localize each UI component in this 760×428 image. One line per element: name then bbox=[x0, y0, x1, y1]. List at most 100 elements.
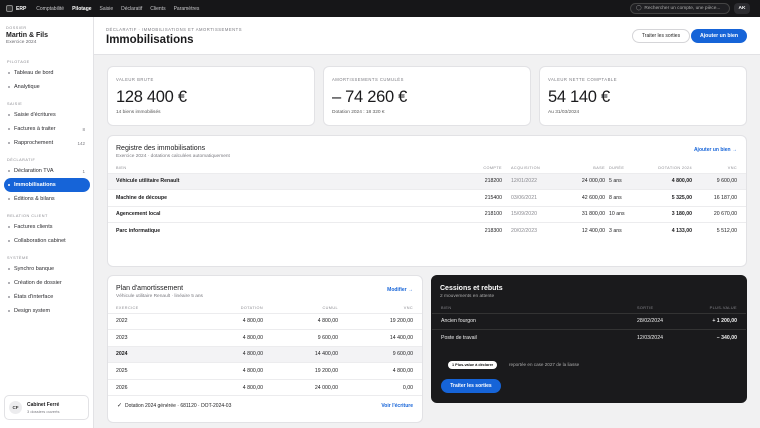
sidebar-item-design-system[interactable]: Design system bbox=[4, 304, 90, 318]
sidebar-item-tableau-de-bord[interactable]: Tableau de bord bbox=[4, 66, 90, 80]
cell-base: 42 600,00 bbox=[554, 189, 605, 206]
cell-vnc: 16 187,00 bbox=[692, 189, 746, 206]
sidebar-item-factures-clients[interactable]: Factures clients bbox=[4, 220, 90, 234]
cell-duree: 10 ans bbox=[605, 205, 638, 223]
bullet-icon bbox=[8, 198, 10, 200]
col-acquisition: ACQUISITION bbox=[511, 166, 541, 171]
table-row[interactable]: Parc informatique 218300 20/02/2023 12 4… bbox=[108, 222, 746, 239]
cell-cumul: 14 400,00 bbox=[263, 345, 338, 363]
section-pilotage: PILOTAGE bbox=[7, 60, 30, 64]
disposals-table: BIEN SORTIE PLUS-VALUE Ancien fourgon 28… bbox=[432, 304, 746, 346]
edit-plan-link[interactable]: Modifier → bbox=[387, 287, 413, 293]
sidebar-item-rapprochement[interactable]: Rapprochement 142 bbox=[4, 136, 90, 150]
cell-compte: 218100 bbox=[460, 205, 502, 223]
cell-vnc: 4 800,00 bbox=[338, 362, 422, 379]
cell-exercice: 2023 bbox=[108, 329, 178, 346]
col-duree: DURÉE bbox=[609, 166, 625, 171]
table-row[interactable]: Ancien fourgon 28/02/2024 + 1 200,00 bbox=[432, 312, 746, 330]
table-header-row: EXERCICE DOTATION CUMUL VNC bbox=[108, 304, 422, 313]
table-row[interactable]: Machine de découpe 215400 03/06/2021 42 … bbox=[108, 189, 746, 206]
page-title: Immobilisations bbox=[106, 34, 194, 46]
add-asset-link[interactable]: Ajouter un bien → bbox=[694, 147, 737, 153]
nav-saisie[interactable]: Saisie bbox=[96, 6, 118, 12]
sidebar-item-editions-bilans[interactable]: Éditions & bilans bbox=[4, 192, 90, 206]
search-input[interactable]: ◯ Rechercher un compte, une pièce... bbox=[630, 3, 730, 14]
logo-icon bbox=[6, 5, 13, 12]
table-row[interactable]: Poste de travail 12/03/2024 – 340,00 bbox=[432, 329, 746, 346]
process-exits-button-dark[interactable]: Traiter les sorties bbox=[441, 379, 501, 393]
sidebar-item-saisie-ecritures[interactable]: Saisie d'écritures bbox=[4, 108, 90, 122]
table-row[interactable]: 2026 4 800,00 24 000,00 0,00 bbox=[108, 378, 422, 396]
table-row-current[interactable]: 2024 4 800,00 14 400,00 9 600,00 bbox=[108, 345, 422, 363]
sidebar-item-immobilisations[interactable]: Immobilisations bbox=[4, 178, 90, 192]
cell-vnc: 0,00 bbox=[338, 378, 422, 396]
cell-exercice: 2025 bbox=[108, 362, 178, 379]
sidebar-item-creation-dossier[interactable]: Création de dossier bbox=[4, 276, 90, 290]
cell-exercice: 2022 bbox=[108, 312, 178, 330]
sidebar-item-analytique[interactable]: Analytique bbox=[4, 80, 90, 94]
cell-vnc: 14 400,00 bbox=[338, 329, 422, 346]
kpi-sub: 14 biens immobilisés bbox=[116, 110, 161, 115]
bullet-icon bbox=[8, 170, 10, 172]
cell-exercice: 2026 bbox=[108, 378, 178, 396]
table-row[interactable]: 2022 4 800,00 4 800,00 19 200,00 bbox=[108, 312, 422, 330]
cell-dotation: 4 133,00 bbox=[638, 222, 692, 239]
sidebar-item-synchro-banque[interactable]: Synchro banque bbox=[4, 262, 90, 276]
table-row[interactable]: Agencement local 218100 15/09/2020 31 80… bbox=[108, 205, 746, 223]
disposals-title: Cessions et rebuts bbox=[440, 285, 503, 292]
kpi-label: VALEUR BRUTE bbox=[116, 77, 154, 82]
count-badge: 142 bbox=[77, 140, 85, 146]
sidebar-item-label: Éditions & bilans bbox=[14, 196, 55, 202]
kpi-net-value: VALEUR NETTE COMPTABLE 54 140 € Au 31/03… bbox=[539, 66, 747, 126]
cell-acquisition: 20/02/2023 bbox=[502, 222, 554, 239]
col-dotation: DOTATION 2024 bbox=[658, 166, 692, 171]
kpi-value: – 74 260 € bbox=[332, 88, 407, 106]
cell-plus-value: – 340,00 bbox=[692, 329, 746, 346]
add-asset-button[interactable]: Ajouter un bien bbox=[691, 29, 747, 43]
sidebar-item-label: Collaboration cabinet bbox=[14, 238, 66, 244]
cell-cumul: 19 200,00 bbox=[263, 362, 338, 379]
badge-note: reportée en case 2027 de la liasse bbox=[509, 362, 580, 367]
sidebar-item-declaration-tva[interactable]: Déclaration TVA 1 bbox=[4, 164, 90, 178]
cell-cumul: 9 600,00 bbox=[263, 329, 338, 346]
disposals-card: Cessions et rebuts 2 mouvements en atten… bbox=[431, 275, 747, 403]
nav-comptabilite[interactable]: Comptabilité bbox=[32, 6, 68, 12]
process-exits-button[interactable]: Traiter les sorties bbox=[632, 29, 690, 43]
nav-pilotage[interactable]: Pilotage bbox=[68, 6, 95, 12]
dossier-selector[interactable]: DOSSIER Martin & Fils Exercice 2024 bbox=[0, 17, 93, 45]
sidebar-item-collaboration-cabinet[interactable]: Collaboration cabinet bbox=[4, 234, 90, 248]
table-row[interactable]: 2025 4 800,00 19 200,00 4 800,00 bbox=[108, 362, 422, 379]
col-plus-value: PLUS-VALUE bbox=[709, 306, 737, 311]
cell-vnc: 5 512,00 bbox=[692, 222, 746, 239]
table-header-row: BIEN COMPTE ACQUISITION BASE DURÉE DOTAT… bbox=[108, 164, 746, 173]
cell-dotation: 4 800,00 bbox=[178, 345, 263, 363]
disposals-subtitle: 2 mouvements en attente bbox=[440, 294, 495, 299]
nav-clients[interactable]: Clients bbox=[146, 6, 169, 12]
sidebar-item-label: Synchro banque bbox=[14, 266, 55, 272]
section-declaratif: DÉCLARATIF bbox=[7, 158, 36, 162]
view-entry-link[interactable]: Voir l'écriture bbox=[381, 403, 413, 409]
table-row[interactable]: Véhicule utilitaire Renault 218200 12/01… bbox=[108, 172, 746, 190]
user-avatar[interactable]: AK bbox=[734, 3, 750, 14]
kpi-label: AMORTISSEMENTS CUMULÉS bbox=[332, 77, 404, 82]
bullet-icon bbox=[8, 282, 10, 284]
bullet-icon bbox=[8, 310, 10, 312]
registry-subtitle: Exercice 2024 · dotations calculées auto… bbox=[116, 154, 230, 159]
brand[interactable]: ERP bbox=[6, 5, 26, 12]
cell-compte: 218200 bbox=[460, 172, 502, 190]
cell-base: 12 400,00 bbox=[554, 222, 605, 239]
cabinet-card[interactable]: CF Cabinet Ferré 3 dossiers ouverts bbox=[4, 395, 89, 420]
nav-parametres[interactable]: Paramètres bbox=[170, 6, 204, 12]
bullet-icon bbox=[8, 296, 10, 298]
sidebar-item-etats-interface[interactable]: États d'interface bbox=[4, 290, 90, 304]
nav-declaratif[interactable]: Déclaratif bbox=[117, 6, 146, 12]
check-icon: ✓ bbox=[117, 403, 123, 409]
bullet-icon bbox=[8, 240, 10, 242]
table-row[interactable]: 2023 4 800,00 9 600,00 14 400,00 bbox=[108, 329, 422, 346]
cell-sortie: 28/02/2024 bbox=[637, 312, 692, 330]
bullet-icon bbox=[8, 226, 10, 228]
sidebar-item-factures-a-traiter[interactable]: Factures à traiter 8 bbox=[4, 122, 90, 136]
col-bien: BIEN bbox=[116, 166, 127, 171]
col-exercice: EXERCICE bbox=[116, 306, 139, 311]
cell-bien: Parc informatique bbox=[108, 222, 460, 239]
